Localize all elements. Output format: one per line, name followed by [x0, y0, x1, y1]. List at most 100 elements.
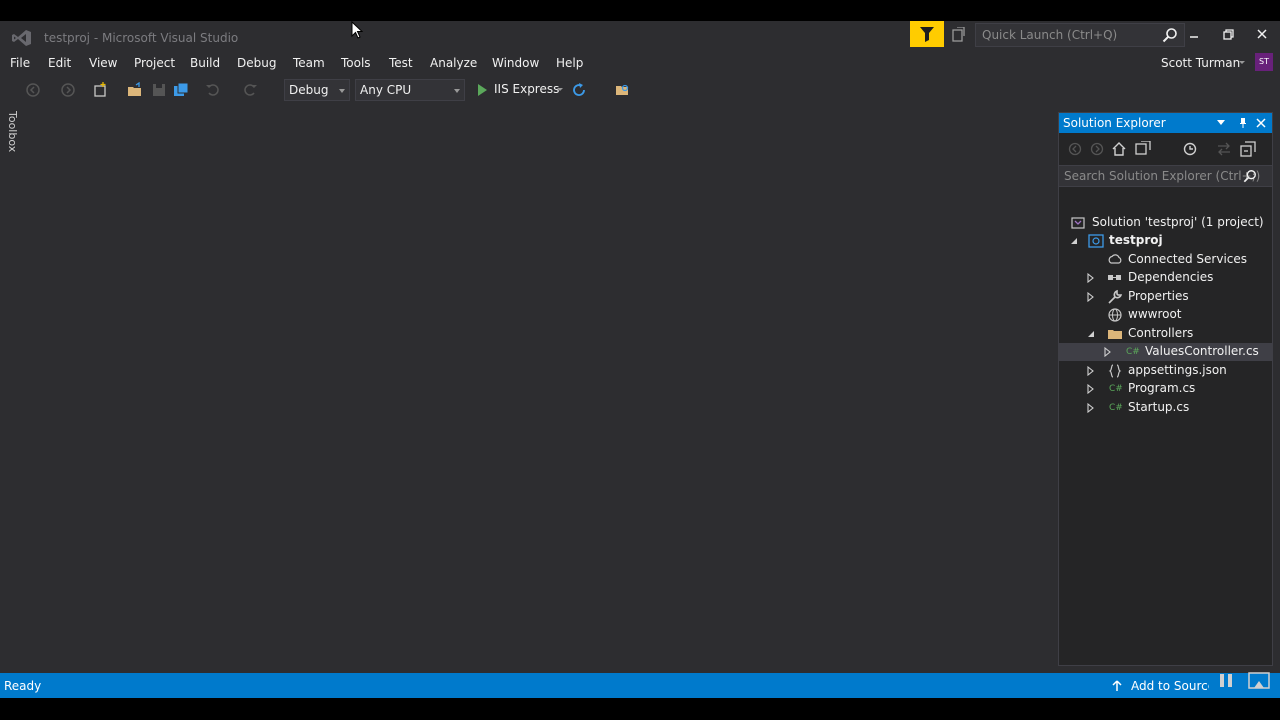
new-project-icon[interactable]: [92, 82, 108, 98]
search-icon[interactable]: [1243, 169, 1257, 183]
csharp-file-icon: C#: [1126, 347, 1140, 357]
expanded-arrow-icon[interactable]: [1086, 329, 1096, 339]
navigate-forward-icon[interactable]: [60, 82, 76, 98]
chevron-down-icon: [557, 88, 563, 91]
minimize-icon[interactable]: [1177, 21, 1211, 49]
collapsed-arrow-icon[interactable]: [1086, 384, 1096, 394]
picture-in-picture-button[interactable]: [1245, 667, 1273, 697]
globe-icon: [1108, 308, 1122, 322]
user-name[interactable]: Scott Turman: [1161, 56, 1240, 70]
collapsed-arrow-icon[interactable]: [1086, 273, 1096, 283]
tree-item-label: Solution 'testproj' (1 project): [1092, 215, 1264, 229]
tree-row-appsettings[interactable]: appsettings.json: [1059, 362, 1272, 380]
quick-launch-box[interactable]: Quick Launch (Ctrl+Q): [975, 23, 1185, 47]
menu-file[interactable]: File: [10, 56, 30, 70]
menu-edit[interactable]: Edit: [48, 56, 71, 70]
switch-views-icon[interactable]: [1135, 141, 1151, 157]
solution-icon: [1071, 217, 1085, 229]
sync-icon[interactable]: [1216, 141, 1232, 157]
add-to-source-control-button[interactable]: Add to Source Control: [1131, 679, 1209, 693]
tree-item-label: wwwroot: [1128, 307, 1182, 321]
pin-icon[interactable]: [1237, 117, 1249, 129]
menu-project[interactable]: Project: [134, 56, 175, 70]
visual-studio-window: testproj - Microsoft Visual Studio Quick…: [0, 21, 1280, 698]
forward-icon[interactable]: [1089, 141, 1105, 157]
pause-button[interactable]: [1212, 667, 1242, 697]
undo-icon[interactable]: [205, 82, 221, 98]
redo-icon[interactable]: [242, 82, 258, 98]
feedback-filter-button[interactable]: [910, 21, 944, 47]
folder-icon: [1108, 330, 1122, 339]
csharp-file-icon: C#: [1109, 384, 1123, 394]
collapse-all-icon[interactable]: [1240, 141, 1256, 157]
solution-platform-select[interactable]: Any CPU: [355, 79, 465, 101]
tree-row-startup[interactable]: C# Startup.cs: [1059, 399, 1272, 417]
home-icon[interactable]: [1111, 141, 1127, 157]
collapsed-arrow-icon[interactable]: [1086, 292, 1096, 302]
tree-row-dependencies[interactable]: Dependencies: [1059, 269, 1272, 287]
chevron-down-icon[interactable]: [1238, 60, 1246, 66]
collapsed-arrow-icon[interactable]: [1103, 347, 1113, 357]
visual-studio-logo-icon: [12, 30, 31, 46]
tree-row-project[interactable]: testproj: [1059, 232, 1272, 250]
refresh-icon[interactable]: [571, 82, 587, 98]
chevron-down-icon[interactable]: [1217, 120, 1225, 126]
close-icon[interactable]: [1245, 21, 1279, 49]
open-file-icon[interactable]: [127, 82, 143, 98]
toolbox-tab[interactable]: Toolbox: [4, 111, 24, 155]
play-icon: [478, 84, 487, 96]
tree-item-label: testproj: [1109, 233, 1163, 247]
menu-help[interactable]: Help: [556, 56, 583, 70]
window-title: testproj - Microsoft Visual Studio: [44, 31, 239, 45]
search-icon[interactable]: [1162, 27, 1178, 43]
standard-toolbar: Debug Any CPU IIS Express: [0, 77, 1280, 105]
collapsed-arrow-icon[interactable]: [1086, 366, 1096, 376]
solution-explorer-search-input[interactable]: Search Solution Explorer (Ctrl+;): [1064, 169, 1260, 183]
collapsed-arrow-icon[interactable]: [1086, 403, 1096, 413]
solution-explorer-search[interactable]: Search Solution Explorer (Ctrl+;): [1059, 165, 1272, 187]
tree-row-program[interactable]: C# Program.cs: [1059, 380, 1272, 398]
avatar[interactable]: ST: [1255, 53, 1273, 71]
tree-row-properties[interactable]: Properties: [1059, 288, 1272, 306]
tree-row-solution[interactable]: Solution 'testproj' (1 project): [1059, 214, 1272, 232]
menu-tools[interactable]: Tools: [341, 56, 371, 70]
menu-analyze[interactable]: Analyze: [430, 56, 477, 70]
back-icon[interactable]: [1067, 141, 1083, 157]
save-all-icon[interactable]: [173, 82, 189, 98]
wrench-icon: [1108, 289, 1123, 304]
mouse-cursor-icon: [351, 21, 364, 39]
pending-changes-filter-icon[interactable]: [1182, 141, 1198, 157]
menu-debug[interactable]: Debug: [237, 56, 276, 70]
menu-build[interactable]: Build: [190, 56, 220, 70]
close-icon[interactable]: [1255, 117, 1267, 129]
picture-in-picture-icon: [1248, 672, 1270, 689]
toolbox-label: Toolbox: [6, 111, 19, 153]
solution-configuration-select[interactable]: Debug: [284, 79, 350, 101]
quick-launch-input[interactable]: Quick Launch (Ctrl+Q): [982, 28, 1117, 42]
solution-explorer-toolbar: [1059, 137, 1272, 161]
tree-item-label: Program.cs: [1128, 381, 1196, 395]
solution-explorer-header[interactable]: Solution Explorer: [1059, 113, 1272, 133]
tree-item-label: ValuesController.cs: [1145, 344, 1259, 358]
menu-test[interactable]: Test: [389, 56, 413, 70]
tree-row-valuescontroller[interactable]: C# ValuesController.cs: [1059, 343, 1272, 361]
platform-value: Any CPU: [360, 83, 412, 97]
run-target-label: IIS Express: [494, 82, 560, 96]
tree-item-label: Connected Services: [1128, 252, 1248, 266]
dependencies-icon: [1108, 275, 1121, 280]
restore-icon[interactable]: [1211, 21, 1245, 49]
notifications-icon[interactable]: [950, 27, 966, 43]
expanded-arrow-icon[interactable]: [1069, 236, 1079, 246]
tree-row-connected-services[interactable]: Connected Services: [1059, 251, 1272, 269]
tree-row-wwwroot[interactable]: wwwroot: [1059, 306, 1272, 324]
find-in-files-icon[interactable]: [615, 82, 631, 98]
run-button[interactable]: IIS Express: [474, 79, 566, 101]
menu-view[interactable]: View: [89, 56, 117, 70]
menu-team[interactable]: Team: [293, 56, 325, 70]
save-icon[interactable]: [151, 82, 167, 98]
status-bar: Ready Add to Source Control: [0, 673, 1280, 698]
menu-window[interactable]: Window: [492, 56, 539, 70]
navigate-back-icon[interactable]: [25, 82, 41, 98]
tree-row-controllers[interactable]: Controllers: [1059, 325, 1272, 343]
tree-item-label: Properties: [1128, 289, 1189, 303]
